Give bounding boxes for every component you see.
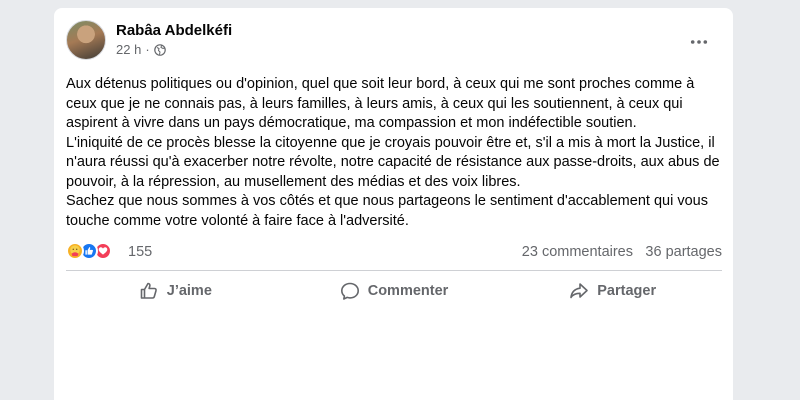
post-header: Rabâa Abdelkéfi 22 h · [66, 20, 721, 64]
comment-bubble-icon [340, 282, 359, 300]
author-name[interactable]: Rabâa Abdelkéfi [116, 22, 232, 39]
globe-icon[interactable] [153, 43, 166, 56]
comment-label: Commenter [367, 283, 449, 299]
thumbs-up-icon [140, 282, 157, 299]
reactions-summary: 155 23 commentaires 36 partages [66, 241, 722, 263]
more-options-button[interactable] [685, 28, 713, 56]
share-label: Partager [597, 283, 657, 299]
share-button[interactable]: Partager [503, 274, 722, 308]
comment-button[interactable]: Commenter [285, 274, 504, 308]
post-paragraph-1: Aux détenus politiques ou d'opinion, que… [66, 76, 695, 131]
reaction-icons[interactable] [66, 241, 126, 261]
author-avatar[interactable] [66, 20, 106, 60]
divider [66, 270, 722, 271]
post-actions: J’aime Commenter Partager [66, 274, 722, 308]
meta-separator: · [145, 42, 150, 57]
shares-count[interactable]: 36 partages [645, 244, 722, 260]
like-button[interactable]: J’aime [66, 274, 285, 308]
more-options-icon [690, 40, 708, 44]
reaction-count[interactable]: 155 [128, 244, 152, 260]
comments-count[interactable]: 23 commentaires [522, 244, 633, 260]
like-label: J’aime [166, 283, 212, 299]
post-paragraph-2: L'iniquité de ce procès blesse la citoye… [66, 134, 720, 190]
post-time[interactable]: 22 h [116, 42, 141, 57]
care-reaction-icon [66, 242, 84, 260]
post-card: Rabâa Abdelkéfi 22 h · Aux détenus polit… [54, 8, 733, 400]
post-text: Aux détenus politiques ou d'opinion, que… [66, 75, 726, 231]
share-arrow-icon [570, 283, 589, 299]
post-paragraph-3: Sachez que nous sommes à vos côtés et qu… [66, 193, 708, 229]
post-meta: 22 h · [116, 42, 166, 57]
